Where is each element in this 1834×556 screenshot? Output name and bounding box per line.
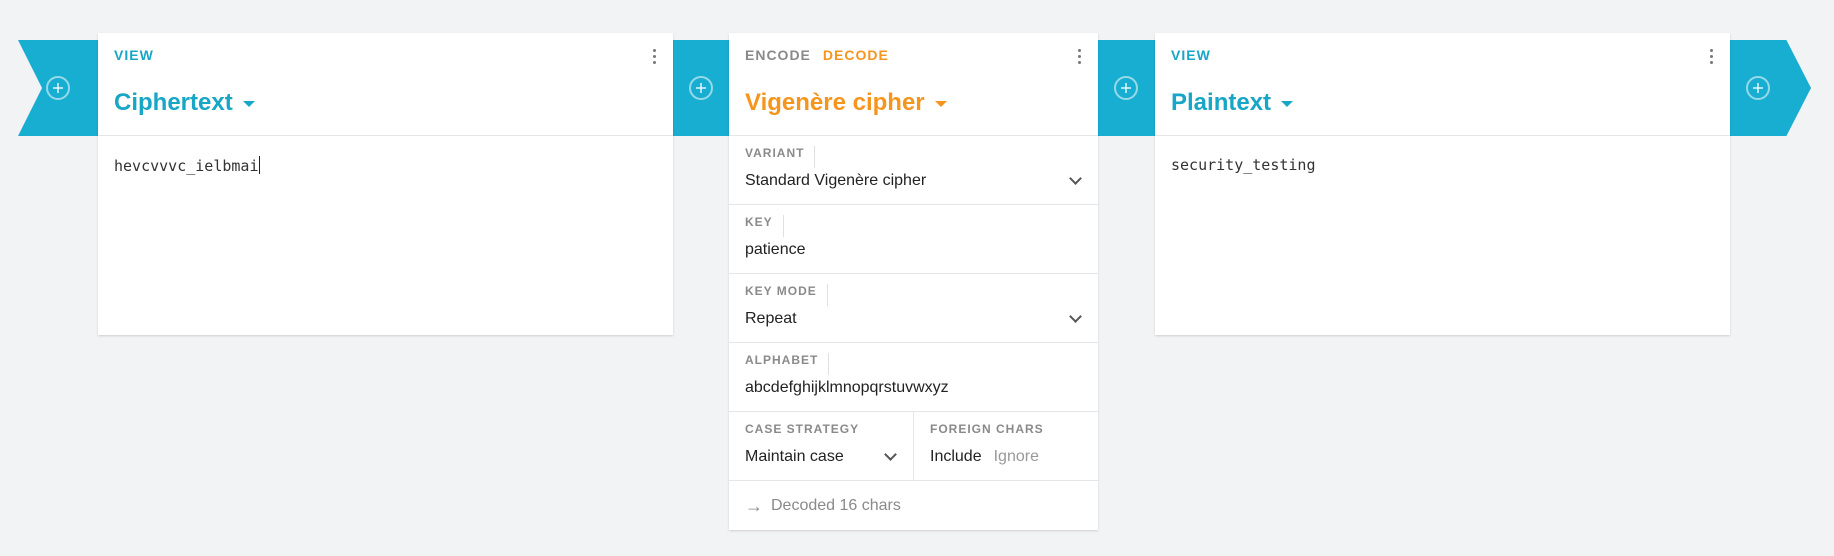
more-vert-icon[interactable] [653,49,657,64]
alphabet-label: ALPHABET [745,353,830,375]
card-title: Plaintext [1171,89,1272,116]
foreign-chars-toggle: FOREIGN CHARS Include Ignore [914,412,1098,480]
ciphertext-view-card: VIEW Ciphertext hevcvvvc_ielbmai [98,33,673,335]
plaintext-view-card: VIEW Plaintext security_testing [1155,33,1730,335]
case-foreign-row: CASE STRATEGY Maintain case FOREIGN CHAR… [729,412,1098,481]
variant-value: Standard Vigenère cipher [745,172,927,189]
plaintext-content: security_testing [1171,156,1316,174]
arrow-right-icon: → [745,495,763,516]
plaintext-editor[interactable]: security_testing [1155,136,1730,194]
add-step-button-end[interactable] [1729,40,1811,136]
caret-down-icon [1281,101,1294,107]
variant-label: VARIANT [745,146,816,168]
key-mode-select[interactable]: KEY MODE Repeat [729,274,1098,343]
ciphertext-editor[interactable]: hevcvvvc_ielbmai [98,136,673,195]
case-strategy-select[interactable]: CASE STRATEGY Maintain case [729,412,914,480]
more-vert-icon[interactable] [1710,49,1714,64]
card-title: Vigenère cipher [745,89,925,116]
key-label: KEY [745,215,784,237]
text-cursor [258,156,260,174]
add-step-button-1[interactable] [673,40,729,136]
caret-down-icon [934,101,947,107]
cipher-title-dropdown[interactable]: Vigenère cipher [745,89,1082,117]
alphabet-field[interactable]: ALPHABET abcdefghijklmnopqrstuvwxyz [729,343,1098,412]
ciphertext-content: hevcvvvc_ielbmai [114,157,259,175]
status-text: Decoded 16 chars [771,497,901,514]
foreign-chars-label: FOREIGN CHARS [930,422,1044,436]
add-step-button-2[interactable] [1097,40,1155,136]
add-step-button-start[interactable] [18,40,98,136]
case-strategy-label: CASE STRATEGY [745,422,860,436]
alphabet-value: abcdefghijklmnopqrstuvwxyz [745,379,949,396]
more-vert-icon[interactable] [1078,49,1082,64]
include-option[interactable]: Include [930,448,982,466]
card-header: VIEW Plaintext [1155,33,1730,136]
add-circle-icon [689,76,713,100]
ignore-option[interactable]: Ignore [994,448,1039,466]
card-header: ENCODE DECODE Vigenère cipher [729,33,1098,136]
card-header: VIEW Ciphertext [98,33,673,136]
key-field[interactable]: KEY patience [729,205,1098,274]
case-strategy-value: Maintain case [745,448,844,465]
variant-select[interactable]: VARIANT Standard Vigenère cipher [729,136,1098,205]
vigenere-cipher-card: ENCODE DECODE Vigenère cipher VARIANT St… [729,33,1098,530]
key-mode-value: Repeat [745,310,797,327]
add-circle-icon [46,76,70,100]
view-label: VIEW [1171,47,1211,63]
ciphertext-title-dropdown[interactable]: Ciphertext [114,89,657,117]
status-bar: → Decoded 16 chars [729,481,1098,531]
key-mode-label: KEY MODE [745,284,828,306]
caret-down-icon [242,101,255,107]
key-value: patience [745,241,806,258]
card-title: Ciphertext [114,89,233,116]
plaintext-title-dropdown[interactable]: Plaintext [1171,89,1714,117]
add-circle-icon [1746,76,1770,100]
view-label: VIEW [114,47,154,63]
add-circle-icon [1114,76,1138,100]
decode-tab[interactable]: DECODE [823,47,889,63]
encode-tab[interactable]: ENCODE [745,47,811,63]
